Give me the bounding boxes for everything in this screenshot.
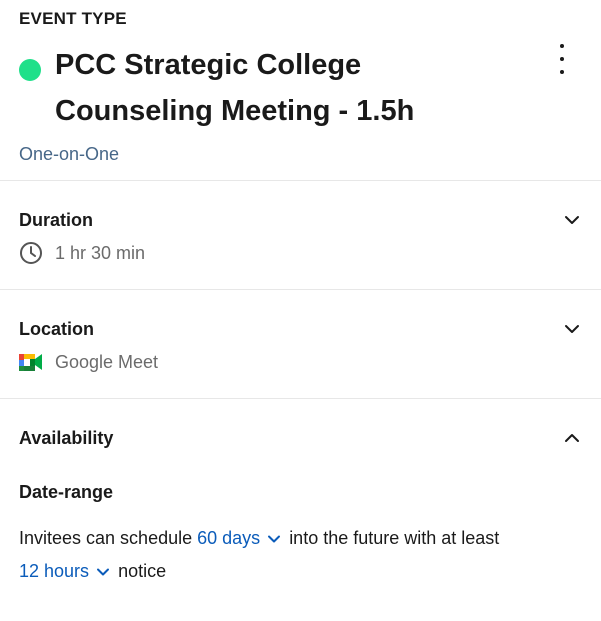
google-meet-icon [19,350,43,374]
event-kind: One-on-One [19,144,120,164]
chevron-down-icon[interactable] [563,320,581,338]
chevron-up-icon[interactable] [563,429,581,447]
eyebrow-label: EVENT TYPE [19,9,127,28]
days-dropdown[interactable]: 60 days [197,528,284,548]
event-title-line2: Counseling Meeting - 1.5h [55,95,415,127]
kebab-menu-icon[interactable] [553,44,571,74]
date-range-title: Date-range [19,482,114,502]
event-title: PCC Strategic College Counseling Meeting… [55,42,525,134]
sentence-part: notice [118,561,167,581]
notice-dropdown[interactable]: 12 hours [19,561,113,581]
event-header: EVENT TYPE PCC Strategic College Counsel… [0,0,601,181]
status-dot-icon [19,59,41,81]
chevron-down-icon [268,535,281,543]
location-title: Location [19,319,94,339]
kebab-dot [560,57,564,61]
kebab-dot [560,44,564,48]
availability-title: Availability [19,428,114,448]
sentence-part: Invitees can schedule [19,528,193,548]
clock-icon [19,241,43,265]
duration-value: 1 hr 30 min [55,243,146,263]
duration-section[interactable]: Duration 1 hr 30 min [0,181,601,290]
title-row: PCC Strategic College Counseling Meeting… [19,42,582,134]
sentence-part: into the future with at least [289,528,500,548]
kebab-dot [560,70,564,74]
duration-title: Duration [19,210,93,230]
chevron-down-icon[interactable] [563,211,581,229]
event-title-line1: PCC Strategic College [55,49,362,81]
location-section[interactable]: Location Google Meet [0,290,601,399]
days-dropdown-value: 60 days [197,528,261,548]
notice-dropdown-value: 12 hours [19,561,90,581]
location-row: Google Meet [19,350,582,374]
duration-row: 1 hr 30 min [19,241,582,265]
availability-section: Availability Date-range Invitees can sch… [0,399,601,588]
location-value: Google Meet [55,352,159,372]
chevron-down-icon [97,568,110,576]
date-range-sentence: Invitees can schedule 60 days into the f… [19,522,589,588]
